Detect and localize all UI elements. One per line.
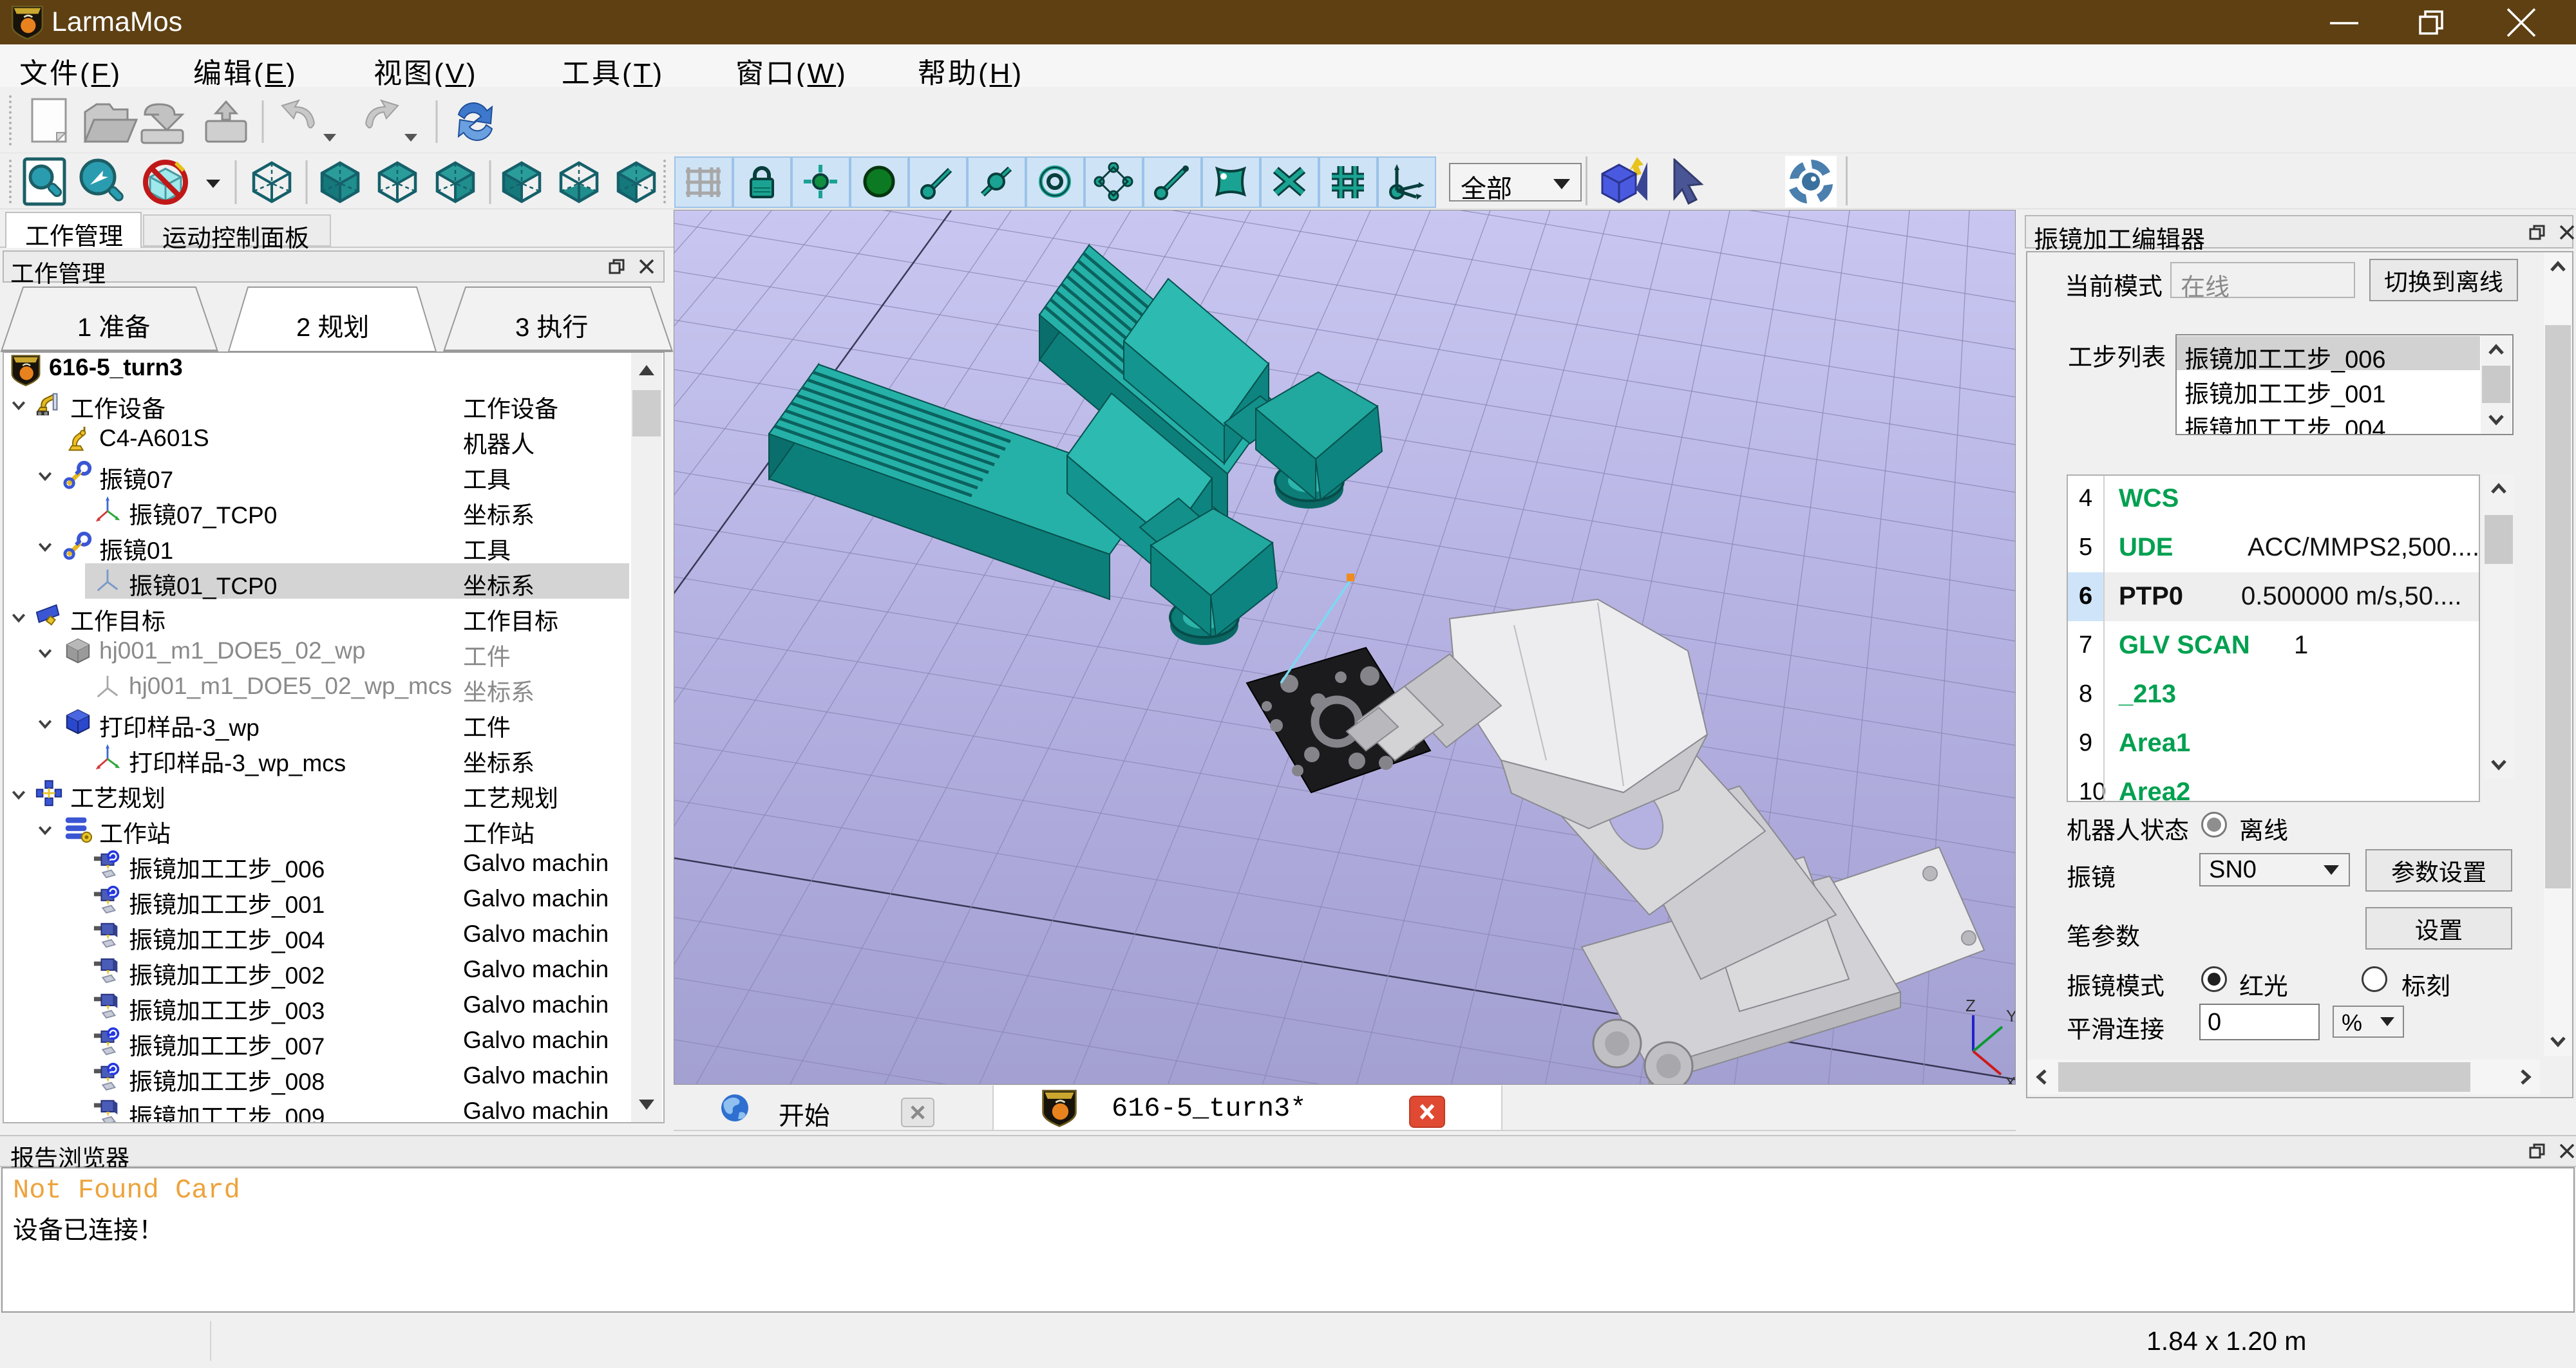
- svg-text:Z: Z: [1965, 996, 1976, 1015]
- svg-text:X: X: [2005, 1073, 2016, 1085]
- svg-text:Y: Y: [2006, 1006, 2016, 1026]
